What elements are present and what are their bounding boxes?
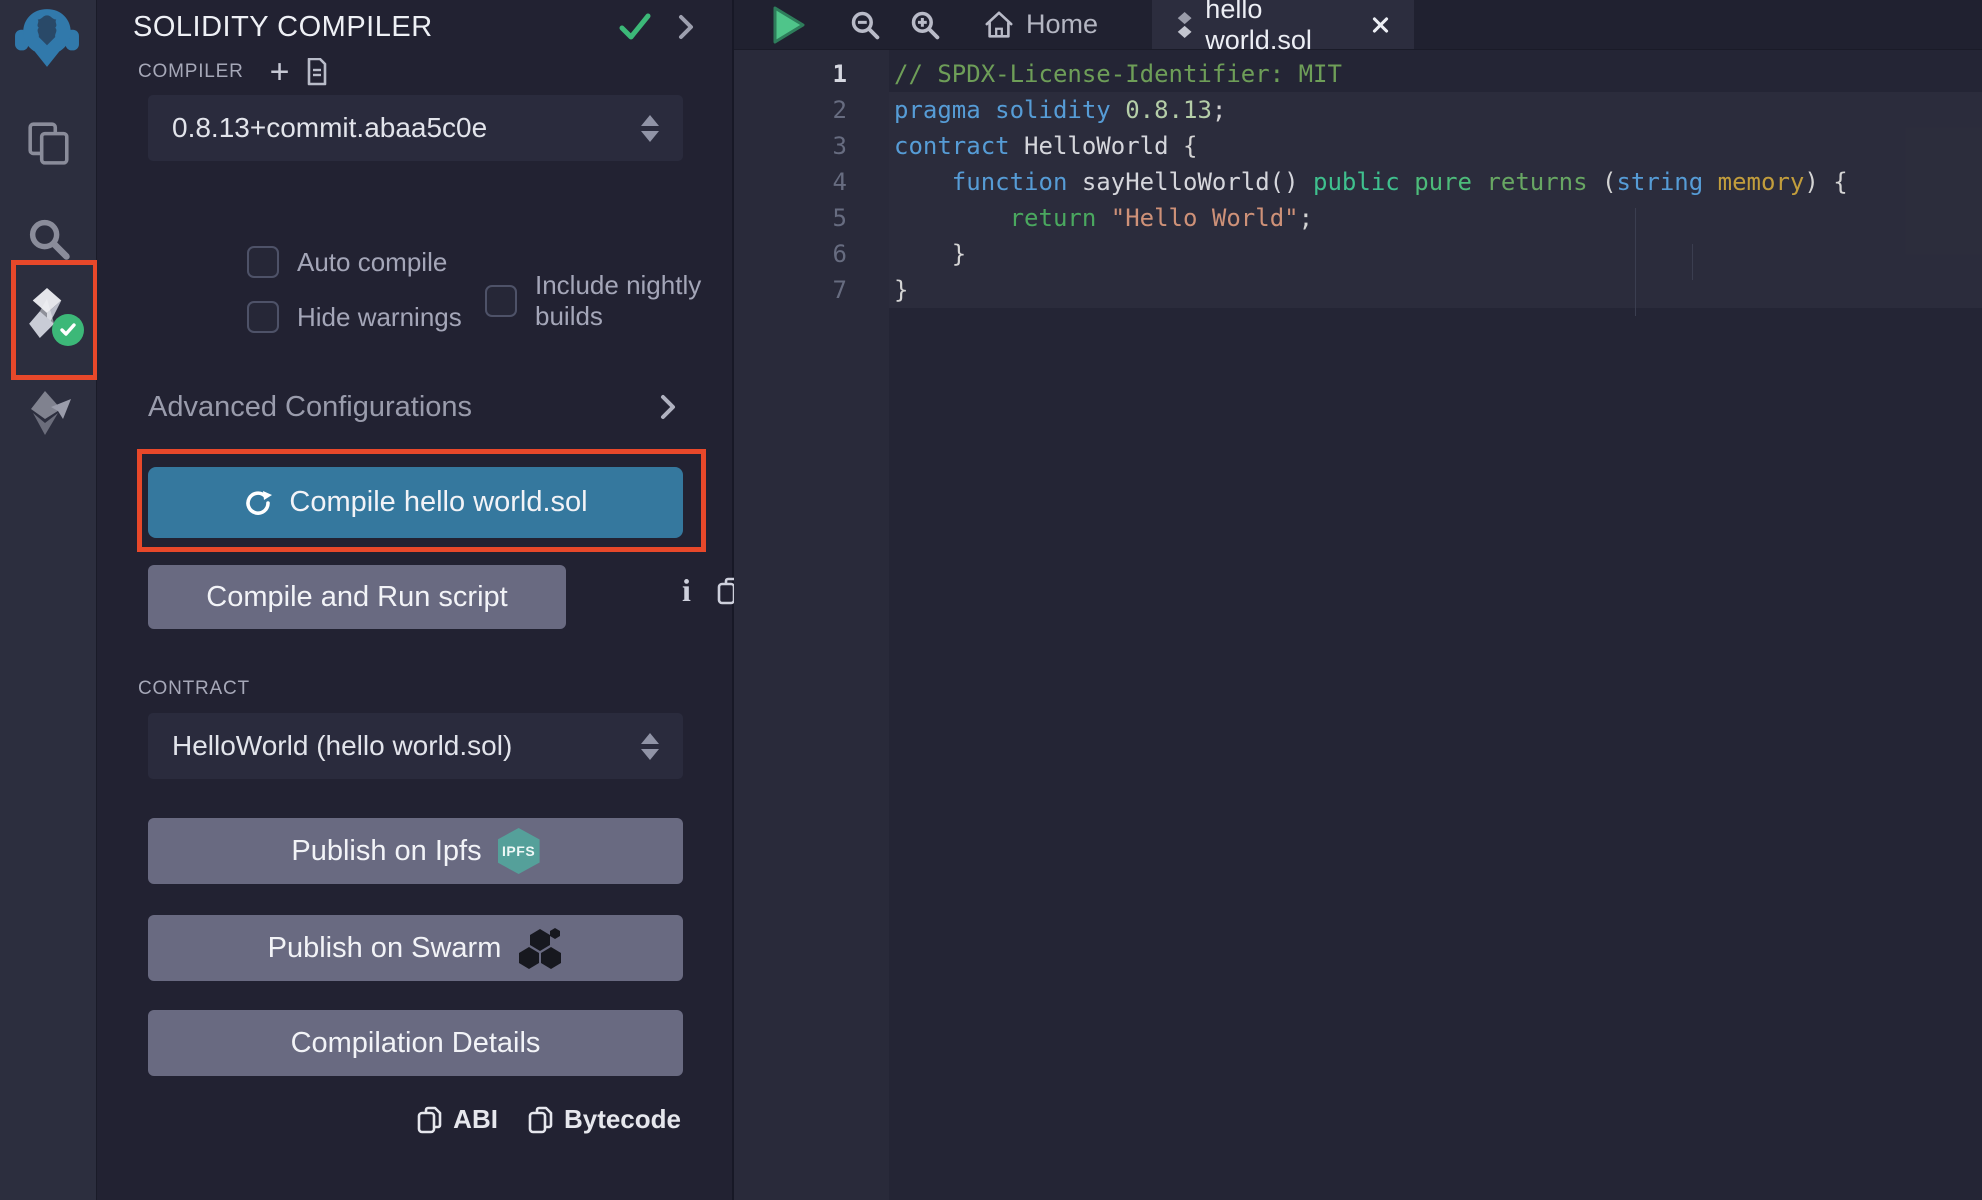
publish-ipfs-label: Publish on Ipfs (291, 835, 481, 868)
compilation-details-label: Compilation Details (291, 1027, 541, 1060)
include-nightly-label: Include nightly builds (535, 270, 732, 332)
tab-hello-world-sol[interactable]: hello world.sol (1152, 0, 1414, 49)
code-text: return "Hello World"; (894, 204, 1313, 232)
line-number: 4 (734, 168, 847, 196)
remix-logo-icon[interactable] (14, 5, 80, 71)
auto-compile-checkbox[interactable] (247, 246, 279, 278)
vertical-icon-bar (0, 0, 97, 1200)
refresh-icon (243, 488, 273, 518)
code-line: 4 function sayHelloWorld() public pure r… (734, 164, 1982, 200)
select-arrows-icon (641, 733, 659, 760)
advanced-configurations-chevron-icon (660, 394, 676, 420)
compile-button[interactable]: Compile hello world.sol (148, 467, 683, 538)
compile-success-badge (52, 314, 84, 346)
home-icon (984, 10, 1014, 40)
line-number: 7 (734, 276, 847, 304)
hide-warnings-checkbox[interactable] (247, 301, 279, 333)
code-text: function sayHelloWorld() public pure ret… (894, 168, 1848, 196)
code-line: 5 return "Hello World"; (734, 200, 1982, 236)
publish-swarm-button[interactable]: Publish on Swarm (148, 915, 683, 981)
code-text: } (894, 276, 908, 304)
auto-compile-label: Auto compile (297, 247, 447, 278)
tab-home[interactable]: Home (960, 0, 1122, 49)
deploy-run-icon[interactable] (24, 388, 74, 438)
close-tab-icon[interactable] (1371, 14, 1390, 36)
editor-tab-bar: Home hello world.sol (734, 0, 1982, 50)
line-number: 6 (734, 240, 847, 268)
code-line: 3 contract HelloWorld { (734, 128, 1982, 164)
zoom-out-button[interactable] (848, 0, 882, 49)
advanced-configurations-label: Advanced Configurations (148, 391, 660, 424)
line-number: 1 (734, 60, 847, 88)
file-explorer-icon[interactable] (24, 118, 74, 168)
solidity-compiler-panel: SOLIDITY COMPILER COMPILER + 0.8.13+comm… (97, 0, 734, 1200)
line-number: 5 (734, 204, 847, 232)
collapse-panel-chevron-icon[interactable] (678, 14, 694, 40)
advanced-configurations-toggle[interactable]: Advanced Configurations (148, 390, 676, 424)
include-nightly-checkbox[interactable] (485, 285, 517, 317)
contract-section-label: CONTRACT (138, 678, 250, 700)
code-line: 1 // SPDX-License-Identifier: MIT (734, 56, 1982, 92)
copy-abi-button[interactable]: ABI (417, 1104, 498, 1135)
zoom-in-button[interactable] (908, 0, 942, 49)
solidity-file-icon (1176, 10, 1193, 40)
compile-and-run-button[interactable]: Compile and Run script (148, 565, 566, 629)
compiler-section-label: COMPILER (138, 61, 244, 83)
code-editor[interactable]: 1 // SPDX-License-Identifier: MIT 2 prag… (734, 50, 1982, 1200)
code-line: 7 } (734, 272, 1982, 308)
compile-and-run-label: Compile and Run script (206, 581, 507, 614)
bytecode-label: Bytecode (564, 1104, 681, 1135)
compilation-details-button[interactable]: Compilation Details (148, 1010, 683, 1076)
info-icon[interactable]: i (682, 572, 691, 609)
select-arrows-icon (641, 115, 659, 142)
copy-icon (528, 1105, 554, 1135)
code-text: pragma solidity 0.8.13; (894, 96, 1226, 124)
publish-ipfs-button[interactable]: Publish on Ipfs IPFS (148, 818, 683, 884)
home-tab-label: Home (1026, 9, 1098, 40)
code-line: 6 } (734, 236, 1982, 272)
compiler-docs-icon[interactable] (306, 58, 328, 86)
code-text: contract HelloWorld { (894, 132, 1197, 160)
active-tab-label: hello world.sol (1205, 0, 1353, 56)
line-number: 2 (734, 96, 847, 124)
compiler-version-value: 0.8.13+commit.abaa5c0e (172, 112, 641, 144)
publish-swarm-label: Publish on Swarm (268, 932, 502, 965)
code-line: 2 pragma solidity 0.8.13; (734, 92, 1982, 128)
abi-label: ABI (453, 1104, 498, 1135)
compiler-version-select[interactable]: 0.8.13+commit.abaa5c0e (148, 95, 683, 161)
copy-icon (417, 1105, 443, 1135)
code-text: // SPDX-License-Identifier: MIT (894, 60, 1342, 88)
ipfs-icon: IPFS (498, 828, 540, 874)
compile-success-check-icon (618, 12, 652, 42)
compile-button-label: Compile hello world.sol (289, 486, 587, 519)
run-script-play-button[interactable] (770, 0, 806, 49)
search-icon[interactable] (24, 214, 74, 264)
line-number: 3 (734, 132, 847, 160)
contract-select[interactable]: HelloWorld (hello world.sol) (148, 713, 683, 779)
panel-title: SOLIDITY COMPILER (133, 11, 618, 44)
add-compiler-icon[interactable]: + (270, 58, 290, 86)
copy-bytecode-button[interactable]: Bytecode (528, 1104, 681, 1135)
swarm-icon (517, 927, 563, 969)
code-text: } (894, 240, 966, 268)
contract-select-value: HelloWorld (hello world.sol) (172, 730, 641, 762)
hide-warnings-label: Hide warnings (297, 302, 462, 333)
editor-area: Home hello world.sol 1 // SPDX-License-I… (734, 0, 1982, 1200)
solidity-compiler-icon[interactable] (22, 288, 72, 338)
